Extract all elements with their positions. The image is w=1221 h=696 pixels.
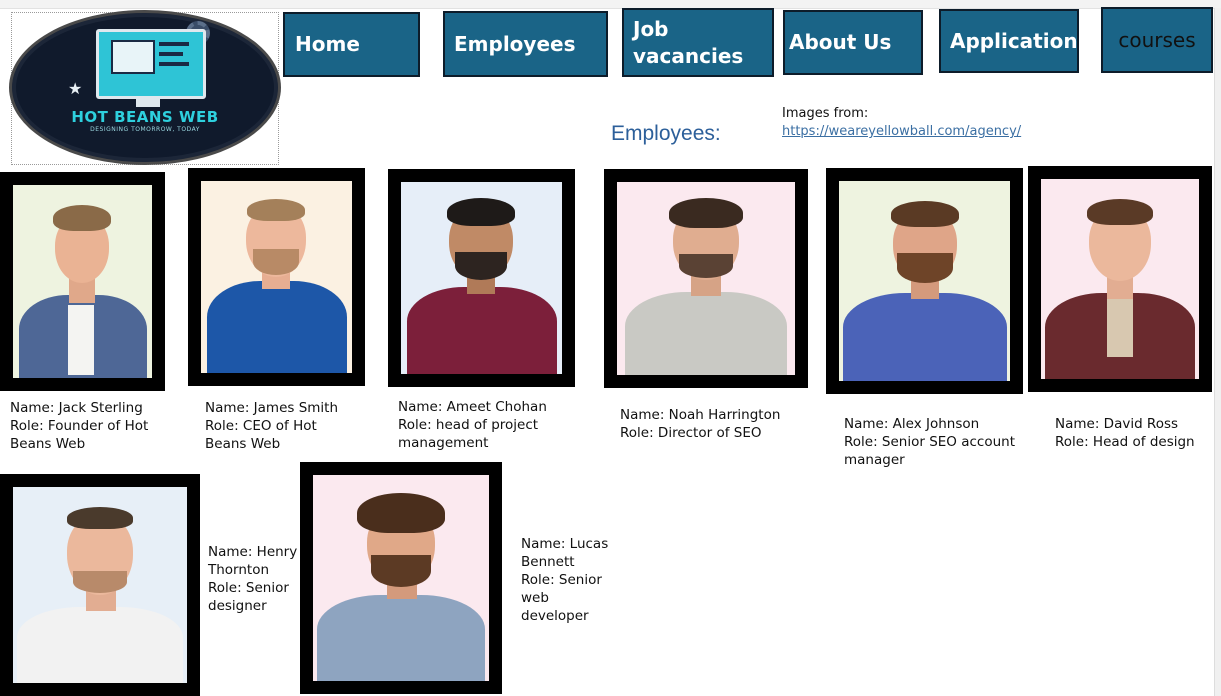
employee-photo-david-ross [1028, 166, 1212, 392]
nav-job-vacancies-label: Job vacancies [633, 16, 744, 68]
employee-photo-ameet-chohan [388, 169, 575, 387]
nav-employees-button[interactable]: Employees [443, 11, 608, 77]
employee-caption: Name: Alex Johnson Role: Senior SEO acco… [844, 415, 1024, 469]
employee-role: Role: Head of design [1055, 434, 1195, 450]
nav-about-us-button[interactable]: About Us [783, 10, 923, 75]
employee-photo-lucas-bennett [300, 462, 502, 694]
employee-photo-james-smith [188, 168, 365, 386]
employee-name: Name: Lucas Bennett [521, 536, 609, 570]
top-border [0, 0, 1221, 9]
nav-about-us-label: About Us [789, 30, 892, 54]
nav-application-button[interactable]: Application [939, 9, 1079, 73]
logo-badge: ★ HOT BEANS WEB DESIGNING TOMORROW, TODA… [9, 10, 281, 165]
employee-caption: Name: Henry Thornton Role: Senior design… [208, 543, 308, 615]
page-title: Employees: [611, 122, 721, 145]
employee-photo-jack-sterling [0, 172, 165, 391]
employee-name: Name: Jack Sterling [10, 400, 143, 416]
nav-home-button[interactable]: Home [283, 12, 420, 77]
employee-role: Role: CEO of Hot Beans Web [205, 418, 317, 452]
employee-role: Role: Founder of Hot Beans Web [10, 418, 149, 452]
monitor-icon [96, 29, 206, 99]
employee-name: Name: Ameet Chohan [398, 399, 547, 415]
employee-photo-alex-johnson [826, 168, 1023, 394]
employee-caption: Name: Jack Sterling Role: Founder of Hot… [10, 399, 160, 453]
employee-caption: Name: Lucas Bennett Role: Senior web dev… [521, 535, 616, 625]
employee-photo-noah-harrington [604, 169, 808, 388]
employee-name: Name: Noah Harrington [620, 407, 781, 423]
monitor-stand [136, 97, 160, 107]
employee-role: Role: Director of SEO [620, 425, 762, 441]
employee-role: Role: Senior SEO account manager [844, 434, 1016, 468]
employee-caption: Name: David Ross Role: Head of design [1055, 415, 1195, 451]
employee-name: Name: Henry Thornton [208, 544, 298, 578]
employee-photo-henry-thornton [0, 474, 200, 696]
employee-caption: Name: Noah Harrington Role: Director of … [620, 406, 810, 442]
nav-courses-label: courses [1118, 27, 1196, 52]
nav-job-vacancies-button[interactable]: Job vacancies [622, 8, 774, 77]
employee-role: Role: Senior web developer [521, 572, 602, 624]
logo-subtitle: DESIGNING TOMORROW, TODAY [90, 126, 200, 133]
image-credit-link[interactable]: https://weareyellowball.com/agency/ [782, 124, 1021, 139]
right-border [1214, 8, 1221, 696]
nav-courses-button[interactable]: courses [1101, 7, 1213, 73]
employee-name: Name: James Smith [205, 400, 339, 416]
employee-caption: Name: Ameet Chohan Role: head of project… [398, 398, 568, 452]
nav-employees-label: Employees [454, 31, 576, 56]
employee-name: Name: David Ross [1055, 416, 1179, 432]
logo[interactable]: ★ HOT BEANS WEB DESIGNING TOMORROW, TODA… [9, 10, 281, 165]
nav-home-label: Home [295, 32, 360, 56]
employee-name: Name: Alex Johnson [844, 416, 980, 432]
star-icon: ★ [68, 79, 83, 98]
employee-role: Role: Senior designer [208, 580, 289, 614]
image-credit-label: Images from: [782, 106, 869, 121]
employee-caption: Name: James Smith Role: CEO of Hot Beans… [205, 399, 355, 453]
nav-application-label: Application [950, 28, 1078, 53]
logo-title: HOT BEANS WEB [71, 108, 219, 126]
employee-role: Role: head of project management [398, 417, 539, 451]
